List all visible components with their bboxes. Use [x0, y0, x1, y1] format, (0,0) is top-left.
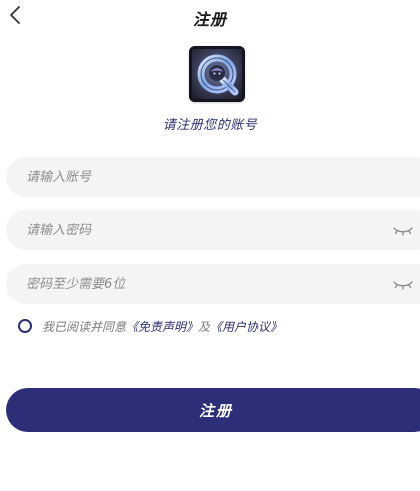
agreement-row: 我已阅读并同意 《免责声明》 及 《用户协议》	[18, 317, 282, 335]
password-input[interactable]	[6, 221, 388, 239]
password-field[interactable]	[6, 210, 420, 250]
password-visibility-toggle[interactable]	[392, 222, 414, 238]
eye-closed-icon	[393, 227, 413, 236]
header: 注册	[0, 0, 420, 34]
register-page: 注册 请注册您的账号 请输入账号 我已阅读并同意 《免责声明》 及 《用户协议》…	[0, 0, 420, 491]
disclaimer-link[interactable]: 《免责声明》	[126, 318, 198, 335]
page-title: 注册	[192, 10, 227, 29]
agreement-radio[interactable]	[18, 319, 32, 333]
confirm-password-input[interactable]	[6, 275, 388, 293]
app-logo	[189, 46, 245, 102]
agreement-prefix: 我已阅读并同意	[42, 319, 127, 334]
account-field[interactable]	[6, 157, 420, 197]
confirm-password-visibility-toggle[interactable]	[392, 276, 414, 292]
user-agreement-link[interactable]: 《用户协议》	[210, 318, 282, 335]
agreement-and: 及	[198, 319, 211, 334]
register-button[interactable]: 注册	[6, 388, 420, 432]
account-input[interactable]	[6, 168, 388, 186]
confirm-password-field[interactable]	[6, 264, 420, 304]
eye-closed-icon	[393, 281, 413, 290]
page-subtitle: 请注册您的账号	[162, 118, 258, 133]
